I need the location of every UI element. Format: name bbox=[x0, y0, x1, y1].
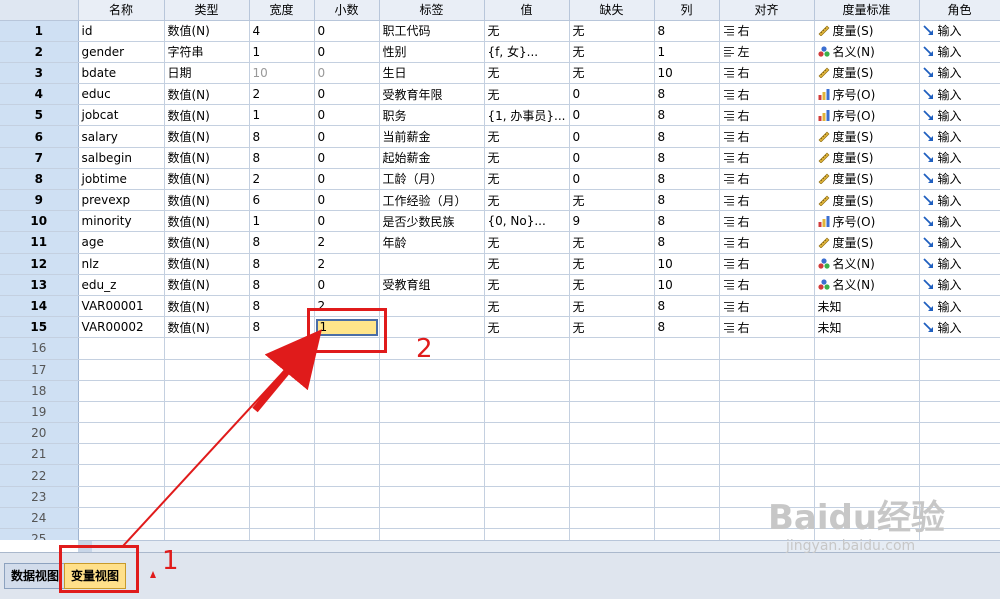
watermark-logo: Baidu经验 bbox=[768, 498, 946, 538]
arrow-head-thick bbox=[252, 329, 322, 413]
annotation-tick-mark bbox=[150, 571, 156, 578]
watermark-url: jingyan.baidu.com bbox=[786, 538, 916, 554]
